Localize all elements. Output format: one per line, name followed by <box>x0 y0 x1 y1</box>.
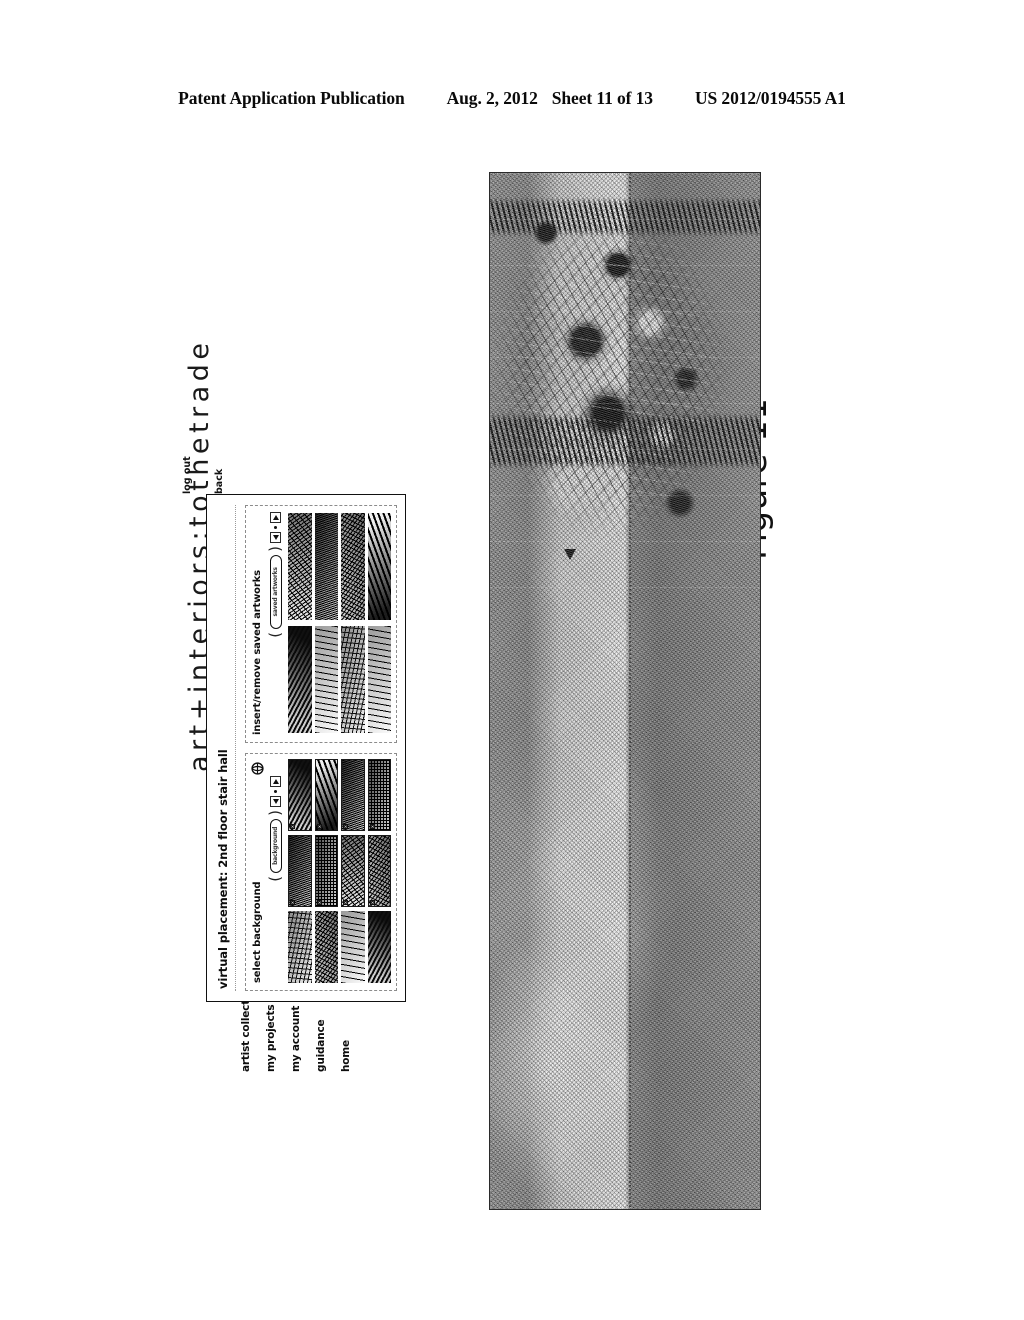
patent-publication-number: US 2012/0194555 A1 <box>694 88 846 108</box>
thumbnail-close-icon[interactable]: × <box>369 900 375 905</box>
background-thumbnail-grid: × × × × × × × × <box>288 759 391 983</box>
background-thumbnail[interactable] <box>341 911 365 983</box>
panel-select-background: select background ( background ) × × × ×… <box>245 753 397 991</box>
artwork-thumbnail[interactable] <box>341 513 365 620</box>
patent-date: Aug. 2, 2012 <box>446 88 538 108</box>
globe-icon[interactable] <box>251 762 264 775</box>
patent-header: Patent Application Publication Aug. 2, 2… <box>0 88 1024 109</box>
page-title: virtual placement: 2nd floor stair hall <box>216 749 230 989</box>
background-selector-pill[interactable]: background <box>269 818 282 873</box>
background-thumbnail[interactable]: × <box>341 835 365 907</box>
log-out-link[interactable]: log out <box>182 456 193 494</box>
background-panel-toolbar: ( background ) <box>266 776 284 984</box>
thumbnail-close-icon[interactable]: × <box>316 824 322 829</box>
toolbar-separator-dot <box>274 790 277 793</box>
back-link[interactable]: back <box>214 469 225 494</box>
virtual-placement-preview-photo <box>489 172 761 1210</box>
photo-grain-overlay <box>490 173 760 1209</box>
background-thumbnail[interactable] <box>367 911 391 983</box>
artworks-next-button[interactable] <box>270 512 281 523</box>
background-selector-label: background <box>272 826 279 865</box>
artwork-thumbnail[interactable] <box>341 626 365 733</box>
thumbnail-close-icon[interactable]: × <box>343 900 348 905</box>
artwork-thumbnail[interactable] <box>367 513 391 620</box>
patent-publication-label: Patent Application Publication <box>178 88 405 108</box>
background-thumbnail[interactable]: × <box>314 759 338 831</box>
background-thumbnail[interactable]: × <box>367 759 391 831</box>
toolbar-paren-left: ( <box>266 875 284 882</box>
thumbnail-close-icon[interactable]: × <box>343 824 348 829</box>
background-prev-button[interactable] <box>270 796 281 807</box>
artworks-selector-pill[interactable]: saved artworks <box>269 554 282 629</box>
toolbar-paren-left: ( <box>266 631 284 638</box>
artworks-thumbnail-grid <box>288 513 391 733</box>
thumbnail-close-icon[interactable]: × <box>369 824 375 829</box>
title-divider <box>235 505 236 991</box>
artwork-thumbnail[interactable] <box>288 513 312 620</box>
toolbar-separator-dot <box>274 526 277 529</box>
toolbar-paren-right: ) <box>266 810 284 816</box>
artworks-selector-label: saved artworks <box>272 567 279 617</box>
content-card: virtual placement: 2nd floor stair hall … <box>206 494 406 1002</box>
application-mockup: art+interiors:tothetrade log out back ar… <box>178 339 428 1090</box>
background-thumbnail[interactable] <box>288 911 312 983</box>
artwork-thumbnail[interactable] <box>314 513 338 620</box>
artwork-thumbnail[interactable] <box>367 626 391 733</box>
panel-saved-artworks-label: insert/remove saved artworks <box>252 570 263 735</box>
background-thumbnail[interactable]: × <box>314 835 338 907</box>
thumbnail-close-icon[interactable]: × <box>290 824 295 829</box>
background-thumbnail[interactable]: × <box>341 759 365 831</box>
background-thumbnail[interactable]: × <box>288 759 312 831</box>
patent-sheet-number: Sheet 11 of 13 <box>551 88 653 108</box>
toolbar-paren-right: ) <box>266 546 284 552</box>
artwork-thumbnail[interactable] <box>288 626 312 733</box>
thumbnail-close-icon[interactable]: × <box>290 900 295 905</box>
panel-select-background-label: select background <box>252 881 263 983</box>
thumbnail-close-icon[interactable]: × <box>316 900 322 905</box>
background-thumbnail[interactable]: × <box>367 835 391 907</box>
background-thumbnail[interactable]: × <box>288 835 312 907</box>
patent-sheet: Patent Application Publication Aug. 2, 2… <box>0 0 1024 1320</box>
panel-saved-artworks: insert/remove saved artworks ( saved art… <box>245 505 397 743</box>
background-next-button[interactable] <box>270 776 281 787</box>
artworks-panel-toolbar: ( saved artworks ) <box>266 512 284 736</box>
artworks-prev-button[interactable] <box>270 532 281 543</box>
background-thumbnail[interactable] <box>314 911 338 983</box>
artwork-thumbnail[interactable] <box>314 626 338 733</box>
